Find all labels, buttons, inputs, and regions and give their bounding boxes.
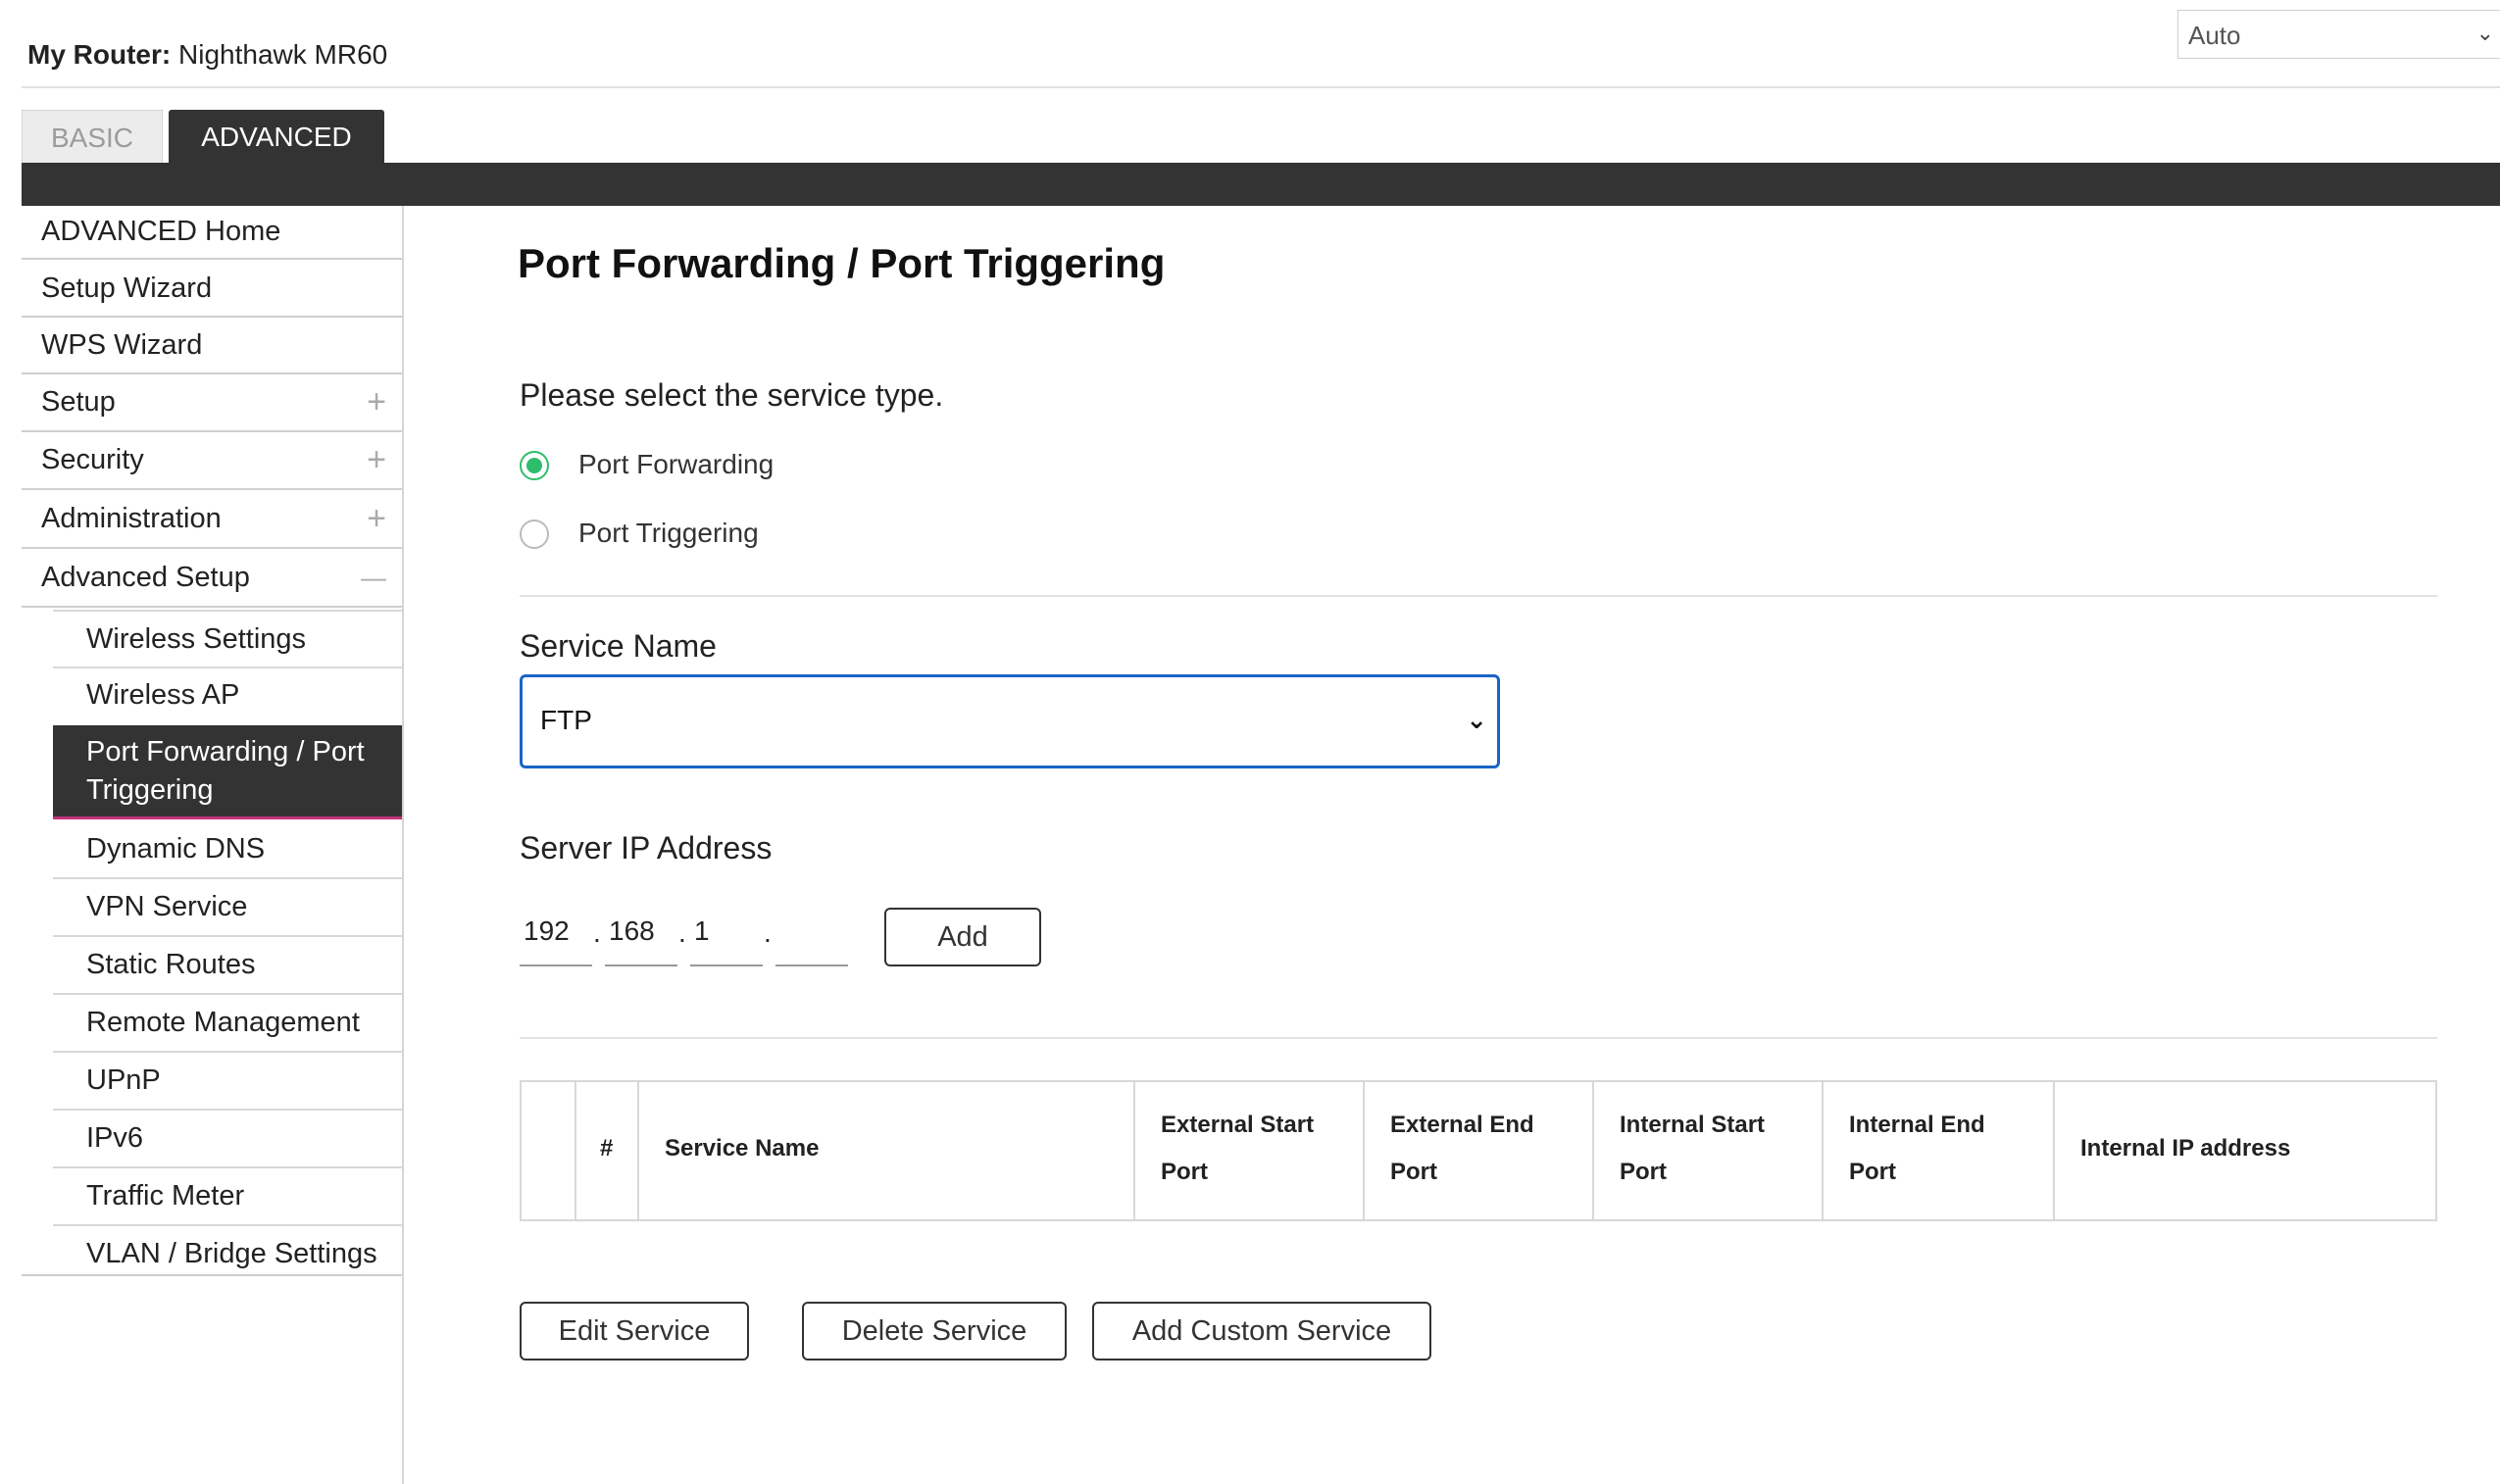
tab-basic[interactable]: BASIC xyxy=(22,110,163,165)
server-ip-label: Server IP Address xyxy=(520,830,773,866)
language-select[interactable]: Auto ⌄ xyxy=(2177,10,2500,59)
sidebar-subitem-wireless-ap[interactable]: Wireless AP xyxy=(53,668,402,723)
table-header-label: Internal Start xyxy=(1620,1112,1766,1138)
sidebar-subitem-upnp[interactable]: UPnP xyxy=(53,1052,402,1109)
sidebar-item-label: Security xyxy=(41,444,144,475)
radio-label: Port Triggering xyxy=(578,518,759,548)
router-name-label: My Router: Nighthawk MR60 xyxy=(27,39,387,71)
table-header-label: Port xyxy=(1161,1159,1208,1185)
ip-separator: . xyxy=(764,917,772,948)
ip-octet-3[interactable]: 1 xyxy=(690,912,763,966)
table-header-label: # xyxy=(600,1135,614,1162)
divider xyxy=(53,610,402,612)
service-name-select[interactable]: FTP ⌄ xyxy=(520,674,1500,768)
header-divider xyxy=(22,86,2500,88)
table-header-label: Port xyxy=(1620,1159,1667,1185)
table-header-select xyxy=(522,1082,576,1219)
table-header-internal-start-port: Internal Start Port xyxy=(1594,1082,1824,1219)
router-prefix: My Router: xyxy=(27,39,172,70)
ip-octet-4[interactable] xyxy=(775,912,848,966)
sidebar-item-advanced-setup[interactable]: Advanced Setup — xyxy=(22,549,402,608)
ip-octet-2[interactable]: 168 xyxy=(605,912,677,966)
sidebar-subitem-vpn-service[interactable]: VPN Service xyxy=(53,878,402,935)
table-header-label: External End xyxy=(1390,1112,1534,1138)
tab-advanced[interactable]: ADVANCED xyxy=(169,110,384,165)
table-header-label: External Start xyxy=(1161,1112,1315,1138)
sidebar-item-label: Administration xyxy=(41,503,222,534)
tab-bar xyxy=(22,163,2500,206)
ip-octet-value: 1 xyxy=(694,915,710,946)
plus-icon[interactable]: + xyxy=(367,432,386,488)
sidebar-item-wps-wizard[interactable]: WPS Wizard xyxy=(22,318,402,374)
sidebar-item-administration[interactable]: Administration + xyxy=(22,490,402,549)
delete-service-button[interactable]: Delete Service xyxy=(802,1302,1067,1360)
table-header-label: Service Name xyxy=(665,1135,820,1162)
radio-unselected-icon[interactable] xyxy=(520,519,549,549)
sidebar-item-advanced-home[interactable]: ADVANCED Home xyxy=(22,206,402,260)
table-header-internal-ip: Internal IP address xyxy=(2055,1082,2435,1219)
table-header-internal-end-port: Internal End Port xyxy=(1824,1082,2055,1219)
table-header-external-end-port: External End Port xyxy=(1365,1082,1594,1219)
language-value: Auto xyxy=(2188,21,2241,50)
sidebar-item-setup[interactable]: Setup + xyxy=(22,374,402,432)
radio-port-triggering[interactable]: Port Triggering xyxy=(520,518,814,553)
sidebar-bottom-divider xyxy=(22,1274,402,1276)
radio-port-forwarding[interactable]: Port Forwarding xyxy=(520,449,814,484)
plus-icon[interactable]: + xyxy=(367,374,386,430)
sidebar-item-label: ADVANCED Home xyxy=(41,216,281,247)
divider xyxy=(53,667,402,668)
service-name-label: Service Name xyxy=(520,628,717,664)
ip-octet-value: 168 xyxy=(609,915,655,946)
service-type-prompt: Please select the service type. xyxy=(520,377,944,413)
sidebar-subitem-ipv6[interactable]: IPv6 xyxy=(53,1110,402,1166)
table-header-index: # xyxy=(576,1082,639,1219)
plus-icon[interactable]: + xyxy=(367,490,386,547)
radio-label: Port Forwarding xyxy=(578,449,775,479)
section-divider xyxy=(520,1037,2437,1039)
ip-separator: . xyxy=(678,917,686,948)
sidebar-subitem-dynamic-dns[interactable]: Dynamic DNS xyxy=(53,820,402,877)
chevron-down-icon: ⌄ xyxy=(2475,21,2494,45)
sidebar-item-setup-wizard[interactable]: Setup Wizard xyxy=(22,261,402,318)
sidebar-subitem-static-routes[interactable]: Static Routes xyxy=(53,936,402,993)
ip-octet-value: 192 xyxy=(524,915,570,946)
sidebar-item-security[interactable]: Security + xyxy=(22,432,402,490)
sidebar-item-label: Advanced Setup xyxy=(41,562,250,593)
ip-octet-1[interactable]: 192 xyxy=(520,912,592,966)
page-title: Port Forwarding / Port Triggering xyxy=(518,240,1166,286)
sidebar-subitem-wireless-settings[interactable]: Wireless Settings xyxy=(53,612,402,667)
service-name-value: FTP xyxy=(540,705,592,735)
add-button[interactable]: Add xyxy=(884,908,1041,966)
port-forwarding-table: # Service Name External Start Port Exter… xyxy=(520,1080,2437,1221)
sidebar-subitem-remote-management[interactable]: Remote Management xyxy=(53,994,402,1051)
table-header-label: Port xyxy=(1849,1159,1896,1185)
radio-selected-icon[interactable] xyxy=(520,451,549,480)
section-divider xyxy=(520,595,2437,597)
minus-icon[interactable]: — xyxy=(361,549,386,606)
ip-separator: . xyxy=(593,917,601,948)
sidebar-item-label: Setup Wizard xyxy=(41,272,213,304)
sidebar-subitem-port-forwarding[interactable]: Port Forwarding / Port Triggering xyxy=(53,725,402,819)
sidebar-nav: ADVANCED Home Setup Wizard WPS Wizard Se… xyxy=(22,206,404,1484)
add-custom-service-button[interactable]: Add Custom Service xyxy=(1092,1302,1431,1360)
table-header-label: Internal End xyxy=(1849,1112,1985,1138)
table-header-service-name: Service Name xyxy=(639,1082,1135,1219)
chevron-down-icon: ⌄ xyxy=(1466,705,1487,734)
table-header-label: Internal IP address xyxy=(2080,1135,2291,1162)
sidebar-item-label: Setup xyxy=(41,386,116,418)
table-header-label: Port xyxy=(1390,1159,1437,1185)
sidebar-subitem-traffic-meter[interactable]: Traffic Meter xyxy=(53,1167,402,1224)
sidebar-item-label: WPS Wizard xyxy=(41,329,203,361)
table-header-external-start-port: External Start Port xyxy=(1135,1082,1365,1219)
edit-service-button[interactable]: Edit Service xyxy=(520,1302,749,1360)
router-model: Nighthawk MR60 xyxy=(178,39,388,70)
